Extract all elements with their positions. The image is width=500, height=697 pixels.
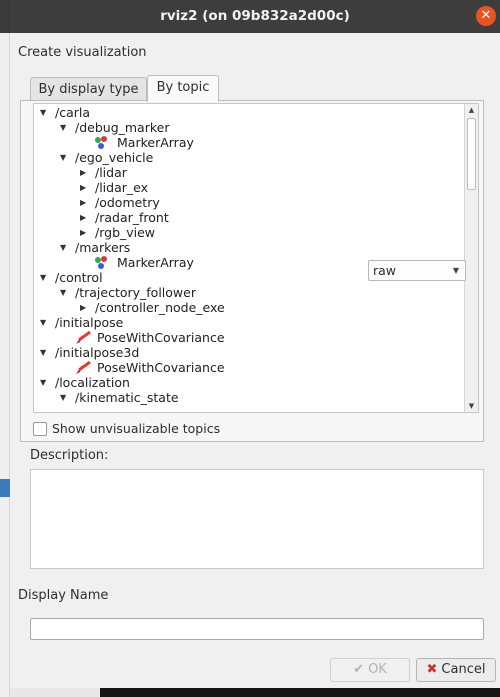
collapsed-arrow-icon[interactable]: ▶: [80, 225, 86, 240]
expanded-arrow-icon[interactable]: ▼: [40, 105, 46, 120]
scroll-down-icon[interactable]: ▼: [465, 400, 478, 412]
collapsed-arrow-icon[interactable]: ▶: [80, 300, 86, 315]
tree-item[interactable]: /odometry: [95, 195, 160, 210]
show-unvisualizable-label: Show unvisualizable topics: [52, 421, 221, 436]
close-button[interactable]: ✕: [476, 6, 496, 26]
expanded-arrow-icon[interactable]: ▼: [60, 285, 66, 300]
window-title: rviz2 (on 09b832a2d00c): [160, 8, 350, 24]
create-visualization-dialog: rviz2 (on 09b832a2d00c) ✕ Create visuali…: [10, 0, 500, 688]
tree-item[interactable]: /ego_vehicle: [75, 150, 153, 165]
marker-array-icon: [95, 136, 110, 150]
tree-item[interactable]: /initialpose: [55, 315, 123, 330]
expanded-arrow-icon[interactable]: ▼: [60, 240, 66, 255]
description-label: Description:: [30, 448, 109, 463]
topic-tree[interactable]: ▲ ▼ raw ▼ ▼/carla ▼/debug_marker MarkerArr…: [33, 103, 479, 413]
cancel-button[interactable]: ✖ Cancel: [416, 658, 496, 682]
tree-item[interactable]: MarkerArray: [117, 255, 194, 270]
expanded-arrow-icon[interactable]: ▼: [40, 315, 46, 330]
close-icon: ✕: [480, 8, 492, 23]
collapsed-arrow-icon[interactable]: ▶: [80, 210, 86, 225]
collapsed-arrow-icon[interactable]: ▶: [80, 180, 86, 195]
tree-item[interactable]: /radar_front: [95, 210, 169, 225]
tree-item[interactable]: /controller_node_exe: [95, 300, 225, 315]
display-name-input[interactable]: [30, 618, 484, 640]
tree-item[interactable]: /trajectory_follower: [75, 285, 196, 300]
combo-value: raw: [373, 263, 397, 278]
marker-array-icon: [95, 256, 110, 270]
topic-panel: ▲ ▼ raw ▼ ▼/carla ▼/debug_marker MarkerArr…: [20, 100, 484, 442]
ok-label: OK: [368, 662, 387, 677]
tree-item[interactable]: /lidar_ex: [95, 180, 148, 195]
background-selection: [0, 479, 10, 497]
ok-icon: ✔: [353, 662, 365, 677]
tree-item[interactable]: /control: [55, 270, 103, 285]
background-window-strip: [0, 33, 10, 697]
expanded-arrow-icon[interactable]: ▼: [60, 120, 66, 135]
expanded-arrow-icon[interactable]: ▼: [40, 270, 46, 285]
collapsed-arrow-icon[interactable]: ▶: [80, 165, 86, 180]
tree-item[interactable]: MarkerArray: [117, 135, 194, 150]
display-name-label: Display Name: [18, 588, 109, 603]
scrollbar-thumb[interactable]: [467, 118, 476, 190]
tree-item[interactable]: /lidar: [95, 165, 127, 180]
create-visualization-label: Create visualization: [18, 45, 147, 60]
expanded-arrow-icon[interactable]: ▼: [40, 345, 46, 360]
tab-by-display-type[interactable]: By display type: [30, 77, 147, 102]
cancel-icon: ✖: [426, 662, 438, 677]
scroll-up-icon[interactable]: ▲: [465, 104, 478, 116]
cancel-label: Cancel: [441, 662, 486, 677]
tree-item[interactable]: /debug_marker: [75, 120, 169, 135]
expanded-arrow-icon[interactable]: ▼: [60, 390, 66, 405]
pose-arrow-icon: [75, 360, 91, 375]
expanded-arrow-icon[interactable]: ▼: [40, 375, 46, 390]
expanded-arrow-icon[interactable]: ▼: [60, 150, 66, 165]
tree-item[interactable]: PoseWithCovariance: [97, 330, 225, 345]
tree-item[interactable]: /localization: [55, 375, 130, 390]
pose-arrow-icon: [75, 330, 91, 345]
description-box: [30, 469, 484, 569]
show-unvisualizable-checkbox[interactable]: [33, 422, 47, 436]
background-desktop: [10, 688, 500, 697]
title-bar[interactable]: rviz2 (on 09b832a2d00c) ✕: [10, 0, 500, 33]
background-panel: [10, 688, 100, 697]
tree-item[interactable]: PoseWithCovariance: [97, 360, 225, 375]
collapsed-arrow-icon[interactable]: ▶: [80, 195, 86, 210]
tree-item[interactable]: /carla: [55, 105, 90, 120]
vertical-scrollbar[interactable]: ▲ ▼: [464, 104, 478, 412]
tab-by-topic[interactable]: By topic: [147, 75, 219, 102]
tree-item[interactable]: /markers: [75, 240, 130, 255]
tree-item[interactable]: /rgb_view: [95, 225, 155, 240]
chevron-down-icon: ▼: [452, 266, 459, 275]
tree-item[interactable]: /initialpose3d: [55, 345, 139, 360]
tree-item[interactable]: /kinematic_state: [75, 390, 179, 405]
markers-transport-combo[interactable]: raw ▼: [368, 260, 466, 281]
ok-button[interactable]: ✔ OK: [330, 658, 410, 682]
